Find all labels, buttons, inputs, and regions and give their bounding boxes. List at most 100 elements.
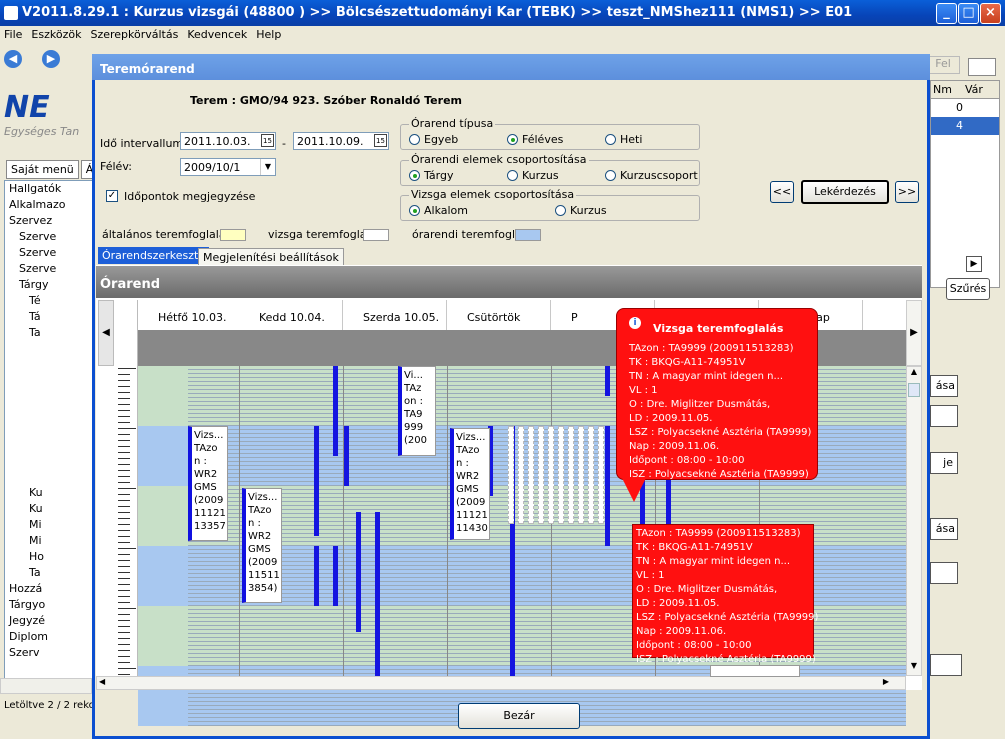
menu-favorites[interactable]: Kedvencek	[183, 26, 252, 41]
action-button-3[interactable]: je	[930, 452, 958, 474]
booking-slot[interactable]	[538, 426, 544, 524]
radio-targy[interactable]: Tárgy	[409, 169, 453, 182]
scroll-thumb[interactable]	[908, 383, 920, 397]
radio-alkalom[interactable]: Alkalom	[409, 204, 468, 217]
booking-slot[interactable]	[548, 426, 554, 524]
tree-item[interactable]: Szerve	[5, 261, 93, 277]
action-button-5[interactable]	[930, 562, 958, 584]
tree-item[interactable]: Jegyzé	[5, 613, 93, 629]
scroll-down-icon[interactable]: ▼	[907, 661, 921, 675]
scroll-left-icon[interactable]: ◀	[98, 300, 114, 366]
radio-egyeb[interactable]: Egyeb	[409, 133, 458, 146]
action-button-6[interactable]	[930, 654, 962, 676]
event-card[interactable]: Vi... TAz on : TA9 999 (200	[398, 366, 436, 456]
tree-item[interactable]	[5, 437, 93, 453]
tree-item[interactable]: Szerve	[5, 229, 93, 245]
scroll-right-icon[interactable]: ▶	[906, 300, 922, 366]
booking-slot[interactable]	[508, 426, 514, 524]
tree-item[interactable]	[5, 373, 93, 389]
grid-hscrollbar[interactable]: ◀ ▶	[96, 676, 906, 690]
back-icon[interactable]: ◀	[4, 50, 22, 68]
hscroll-left-icon[interactable]: ◀	[99, 677, 105, 686]
prev-button[interactable]: <<	[770, 181, 794, 203]
tree-hscrollbar[interactable]	[0, 678, 92, 694]
grid-cell[interactable]: 0	[931, 99, 999, 117]
tree-item[interactable]: Ho	[5, 549, 93, 565]
tab-own-menu[interactable]: Saját menü	[6, 160, 79, 179]
event-card-partial[interactable]	[710, 665, 800, 677]
tree-item[interactable]: Té	[5, 293, 93, 309]
menu-role[interactable]: Szerepkörváltás	[86, 26, 183, 41]
booking-bar[interactable]	[314, 546, 319, 606]
action-button-2[interactable]	[930, 405, 958, 427]
tree-item[interactable]: Diplom	[5, 629, 93, 645]
tree-item[interactable]: Ku	[5, 485, 93, 501]
booking-bar[interactable]	[333, 546, 338, 606]
tree-item[interactable]	[5, 421, 93, 437]
tree-item[interactable]: Tá	[5, 309, 93, 325]
tree-item[interactable]: Ku	[5, 501, 93, 517]
action-button-1[interactable]: ása	[930, 375, 958, 397]
booking-bar[interactable]	[375, 512, 380, 676]
event-card[interactable]: Vizs... TAzo n : WR2 GMS (2009 11121 114…	[450, 428, 490, 540]
tree-item[interactable]: Tárgy	[5, 277, 93, 293]
booking-bar[interactable]	[605, 426, 610, 546]
fel-button[interactable]: Fel	[926, 56, 960, 74]
close-dialog-button[interactable]: Bezár	[458, 703, 580, 729]
booking-slot[interactable]	[578, 426, 584, 524]
tree-item[interactable]: Szerv	[5, 645, 93, 661]
maximize-button[interactable]: □	[958, 3, 979, 24]
tree-item[interactable]: Hozzá	[5, 581, 93, 597]
tree-item[interactable]	[5, 389, 93, 405]
close-button[interactable]: ×	[980, 3, 1001, 24]
menu-tools[interactable]: Eszközök	[27, 26, 86, 41]
booking-slot[interactable]	[568, 426, 574, 524]
hscroll-right-icon[interactable]: ▶	[883, 677, 889, 686]
menu-file[interactable]: File	[0, 26, 27, 41]
radio-kurzus[interactable]: Kurzus	[507, 169, 559, 182]
radio-feleves[interactable]: Féléves	[507, 133, 563, 146]
booking-bar[interactable]	[344, 426, 349, 486]
event-card[interactable]: Vizs... TAzo n : WR2 GMS (2009 11121 133…	[188, 426, 228, 541]
calendar-to-icon[interactable]: 15	[374, 134, 387, 147]
query-button[interactable]: Lekérdezés	[801, 180, 889, 204]
tree-item[interactable]	[5, 405, 93, 421]
menu-help[interactable]: Help	[252, 26, 286, 41]
scroll-right-arrow-icon[interactable]: ▶	[966, 256, 982, 272]
calendar-from-icon[interactable]: 15	[261, 134, 274, 147]
forward-icon[interactable]: ▶	[42, 50, 60, 68]
booking-slot[interactable]	[598, 426, 604, 524]
tree-item[interactable]: Mi	[5, 517, 93, 533]
tree-item[interactable]: Szerve	[5, 245, 93, 261]
tree-item[interactable]: Alkalmazo	[5, 197, 93, 213]
tree-item[interactable]: Mi	[5, 533, 93, 549]
chevron-down-icon[interactable]: ▼	[260, 159, 275, 175]
radio-exam-kurzus[interactable]: Kurzus	[555, 204, 607, 217]
tree-item[interactable]: Ta	[5, 325, 93, 341]
booking-slot[interactable]	[588, 426, 594, 524]
action-button-4[interactable]: ása	[930, 518, 958, 540]
grid-cell-selected[interactable]: 4	[931, 117, 999, 135]
scroll-up-icon[interactable]: ▲	[907, 367, 921, 381]
remember-checkbox[interactable]: ✓	[106, 190, 118, 202]
filter-button[interactable]: Szűrés	[946, 278, 990, 300]
tree-item[interactable]: Ta	[5, 565, 93, 581]
event-card[interactable]: Vizs... TAzo n : WR2 GMS (2009 11511 385…	[242, 488, 282, 603]
grid-vscrollbar[interactable]: ▲ ▼	[906, 366, 922, 676]
tree-item[interactable]: Szervez	[5, 213, 93, 229]
radio-kurzuscsoport[interactable]: Kurzuscsoport	[605, 169, 698, 182]
tree-item[interactable]: Tárgyo	[5, 597, 93, 613]
booking-bar[interactable]	[605, 366, 610, 396]
booking-slot[interactable]	[528, 426, 534, 524]
booking-bar[interactable]	[333, 366, 338, 456]
pin-icon[interactable]	[968, 58, 996, 76]
booking-slot[interactable]	[558, 426, 564, 524]
booking-bar[interactable]	[356, 512, 361, 632]
tree-item[interactable]	[5, 469, 93, 485]
booking-slot[interactable]	[518, 426, 524, 524]
tree-item[interactable]	[5, 453, 93, 469]
tab-orarendszerkeszto[interactable]: Órarendszerkeszto	[98, 247, 210, 264]
tree-item[interactable]	[5, 341, 93, 357]
tree-item[interactable]: Hallgatók	[5, 181, 93, 197]
radio-heti[interactable]: Heti	[605, 133, 642, 146]
